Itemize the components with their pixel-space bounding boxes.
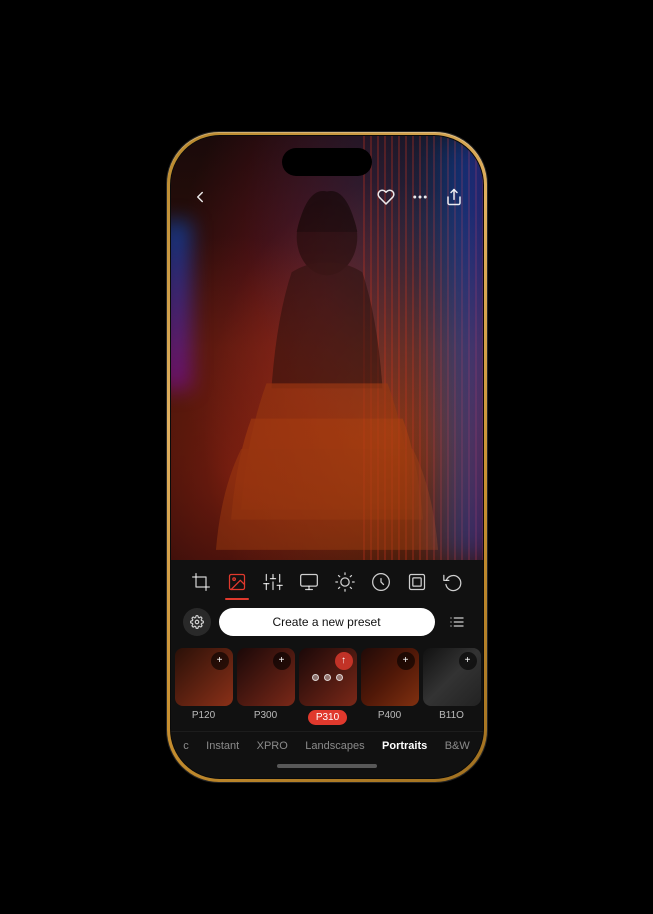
loading-dots — [312, 674, 343, 681]
preset-item-p300[interactable]: + P300 — [237, 648, 295, 725]
screen: Create a new preset — [171, 136, 483, 778]
tab-portraits[interactable]: Portraits — [378, 738, 431, 754]
preset-label-b110: B11O — [439, 710, 464, 721]
toolbar-frame[interactable] — [399, 568, 435, 596]
toolbar-adjust[interactable] — [255, 568, 291, 596]
phone-frame: Create a new preset — [167, 132, 487, 782]
preset-item-p310[interactable]: ↑ P310 — [299, 648, 357, 725]
tab-instant[interactable]: Instant — [202, 738, 243, 754]
preset-add-p400[interactable]: + — [397, 652, 415, 670]
toolbar-crop[interactable] — [183, 568, 219, 596]
more-button[interactable] — [411, 188, 429, 211]
presets-settings-button[interactable] — [183, 608, 211, 636]
back-button[interactable] — [191, 188, 209, 211]
preset-add-p120[interactable]: + — [211, 652, 229, 670]
toolbar-history[interactable] — [435, 568, 471, 596]
heart-button[interactable] — [377, 188, 395, 211]
list-view-button[interactable] — [443, 608, 471, 636]
toolbar-retouch[interactable] — [363, 568, 399, 596]
category-tabs: c Instant XPRO Landscapes Portraits B&W — [171, 731, 483, 758]
dot-3 — [336, 674, 343, 681]
edit-toolbar — [171, 560, 483, 600]
tab-classic[interactable]: c — [179, 738, 193, 754]
toolbar-icons-row — [175, 568, 479, 596]
preset-add-b110[interactable]: + — [459, 652, 477, 670]
toolbar-filter[interactable] — [291, 568, 327, 596]
preset-label-p310: P310 — [308, 710, 347, 725]
preset-label-p300: P300 — [254, 710, 277, 721]
top-bar-actions — [377, 188, 463, 211]
presets-bar: Create a new preset — [171, 600, 483, 644]
create-preset-button[interactable]: Create a new preset — [219, 608, 435, 636]
dot-1 — [312, 674, 319, 681]
preset-thumb-p300[interactable]: + — [237, 648, 295, 706]
preset-thumb-b110[interactable]: + — [423, 648, 481, 706]
preset-item-p400[interactable]: + P400 — [361, 648, 419, 725]
preset-thumb-p120[interactable]: + — [175, 648, 233, 706]
tab-landscapes[interactable]: Landscapes — [301, 738, 368, 754]
phone-inner: Create a new preset — [170, 135, 484, 779]
preset-thumb-p400[interactable]: + — [361, 648, 419, 706]
toolbar-presets[interactable] — [219, 568, 255, 596]
share-button[interactable] — [445, 188, 463, 211]
preset-item-b110[interactable]: + B11O — [423, 648, 481, 725]
home-bar — [277, 764, 377, 768]
preset-item-p120[interactable]: + P120 — [175, 648, 233, 725]
dynamic-island — [282, 148, 372, 176]
toolbar-effects[interactable] — [327, 568, 363, 596]
home-indicator-area — [171, 758, 483, 778]
tab-bw[interactable]: B&W — [441, 738, 474, 754]
preset-thumb-p310[interactable]: ↑ — [299, 648, 357, 706]
tab-xpro[interactable]: XPRO — [253, 738, 292, 754]
dot-2 — [324, 674, 331, 681]
preset-label-p120: P120 — [192, 710, 215, 721]
preset-label-p400: P400 — [378, 710, 401, 721]
preset-add-p310[interactable]: ↑ — [335, 652, 353, 670]
preset-thumbnails-row: + P120 + P300 — [171, 644, 483, 731]
preset-add-p300[interactable]: + — [273, 652, 291, 670]
